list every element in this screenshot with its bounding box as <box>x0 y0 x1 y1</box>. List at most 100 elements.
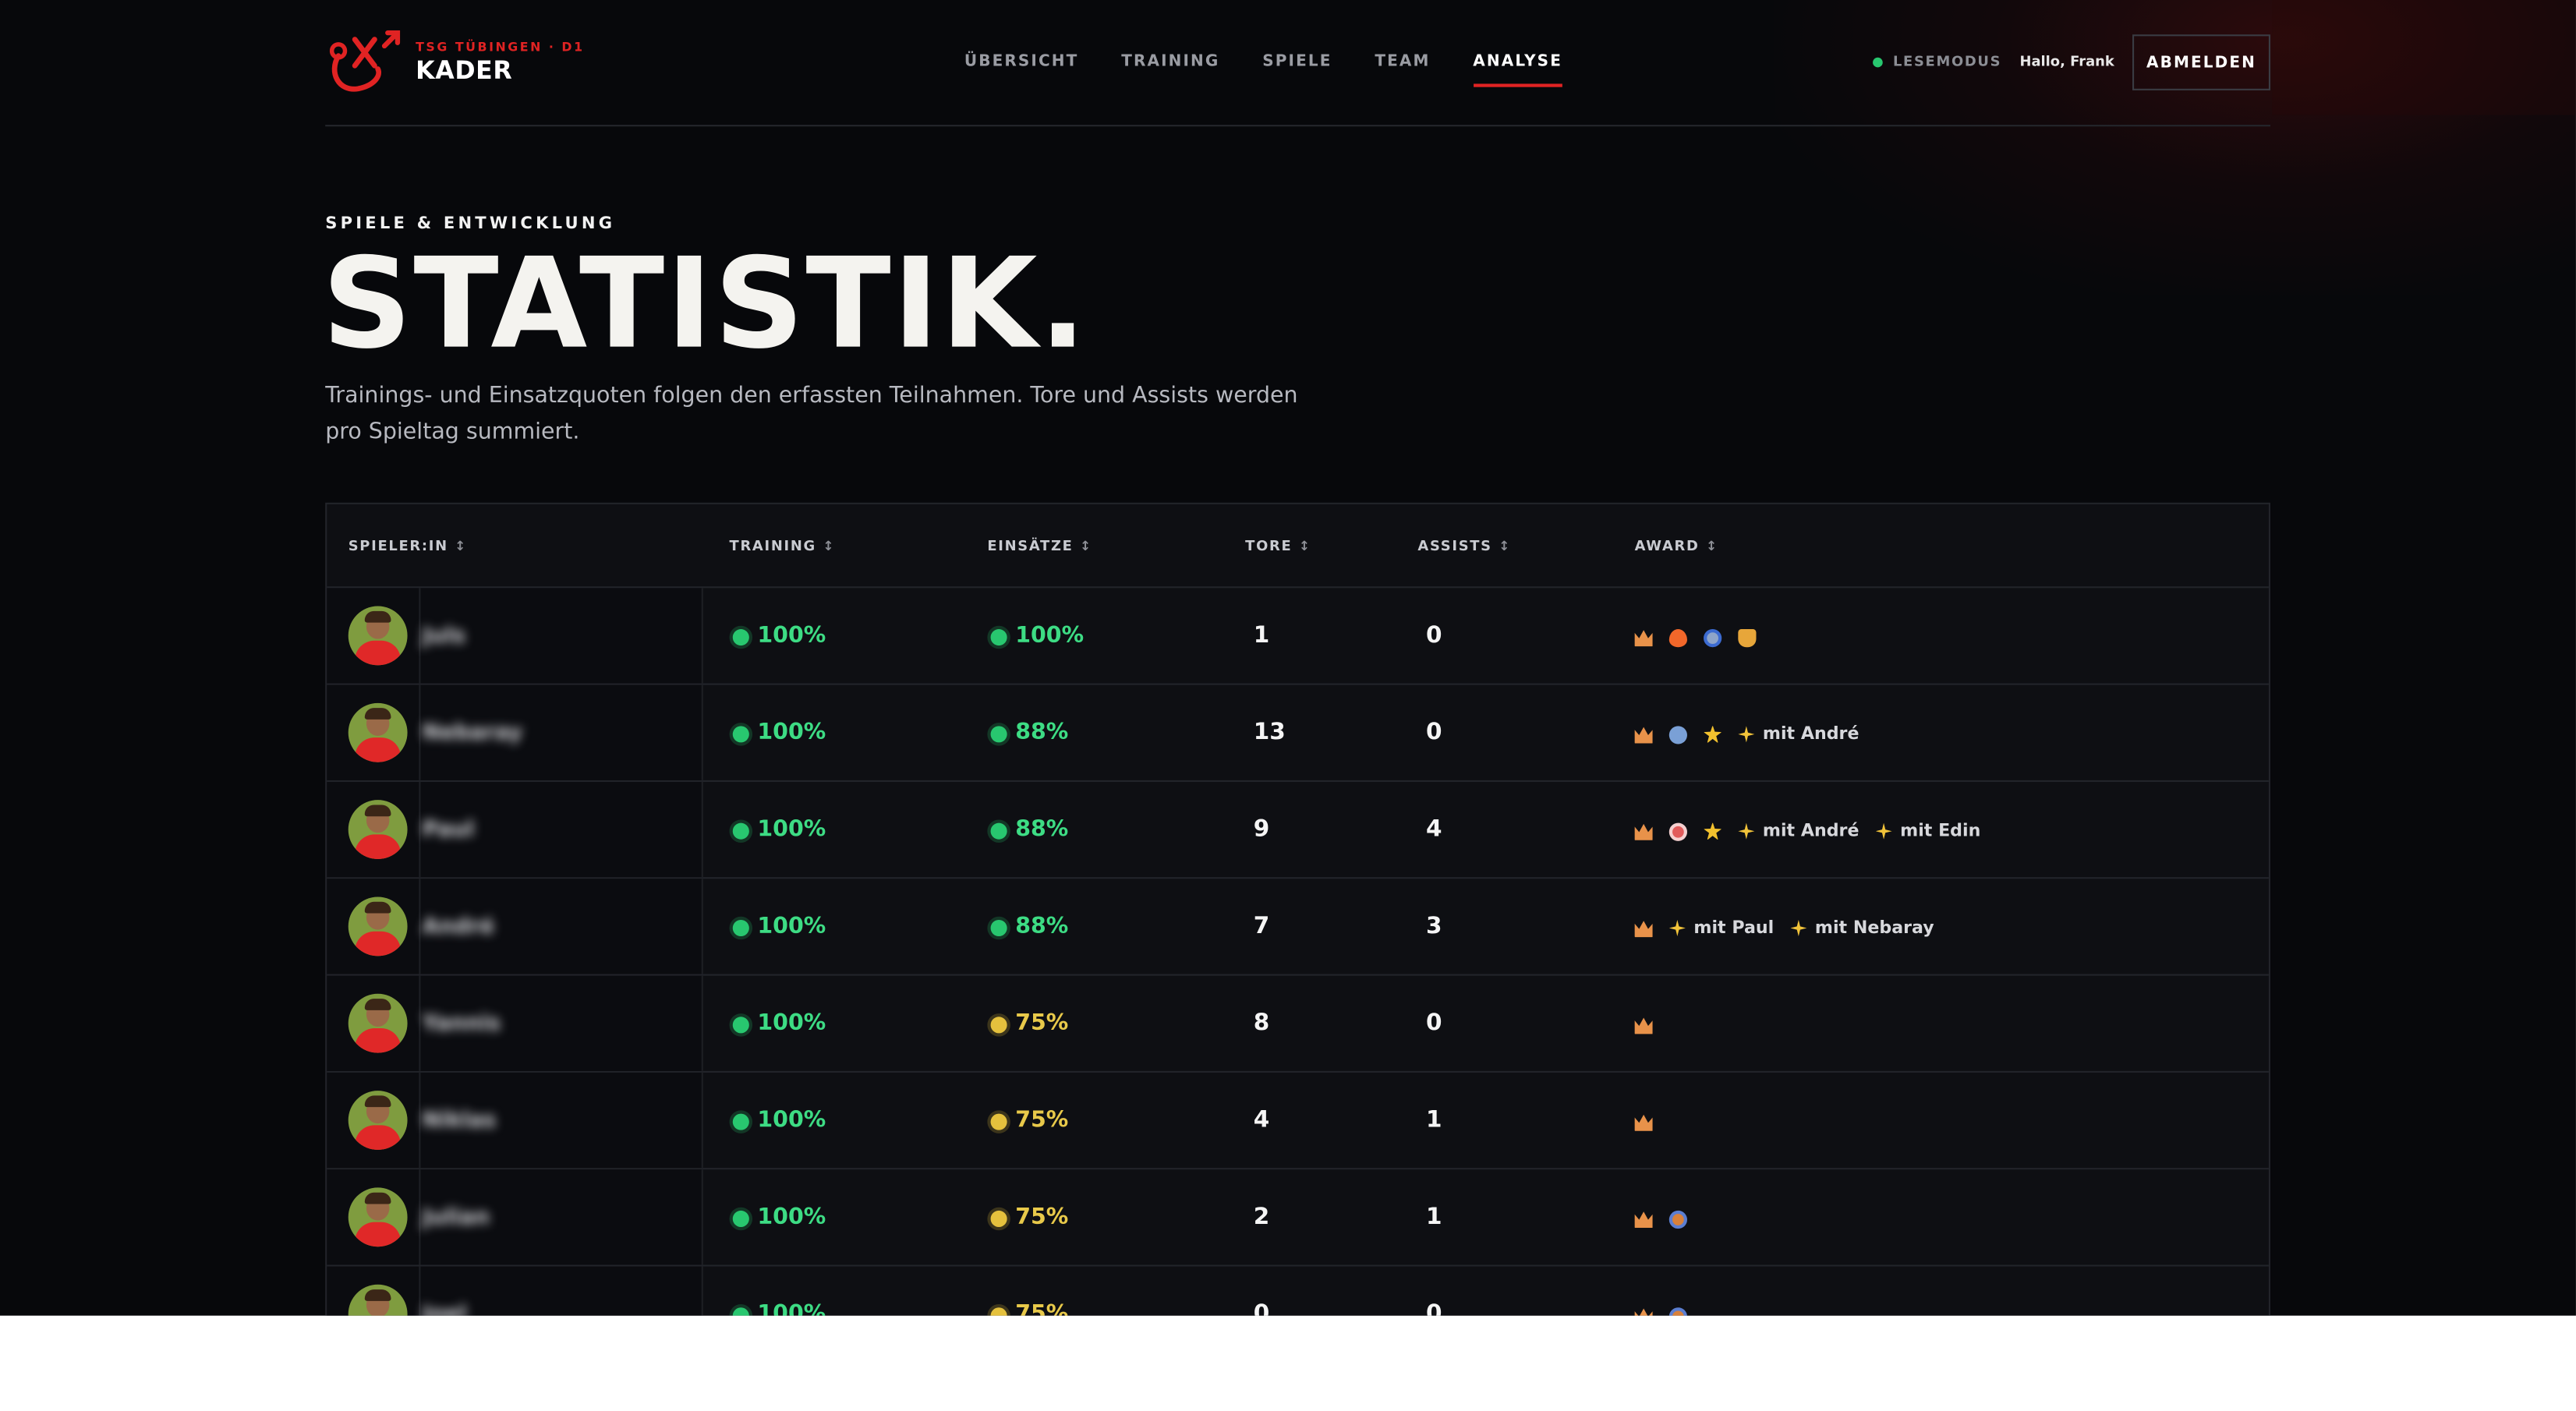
status-dot-icon <box>732 822 749 839</box>
user-greeting: Hallo, Frank <box>2019 54 2114 71</box>
status-dot-icon <box>732 628 749 645</box>
table-row[interactable]: Paul 100% 88% 9 4 mit André mit Edin <box>327 781 2269 879</box>
player-cell[interactable]: Nebaray <box>327 684 703 780</box>
bronze-medal-icon <box>1668 1209 1687 1229</box>
nav-training[interactable]: TRAINING <box>1121 49 1219 76</box>
player-cell[interactable]: Juls <box>327 588 703 684</box>
logout-button[interactable]: ABMELDEN <box>2132 34 2271 90</box>
assists-value: 0 <box>1425 719 1442 746</box>
player-cell[interactable]: Paul <box>327 781 703 878</box>
goals-value: 13 <box>1253 719 1286 746</box>
table-row[interactable]: Juls 100% 100% 1 0 <box>327 588 2269 685</box>
player-cell[interactable]: Julian <box>327 1169 703 1265</box>
whistle-cross-logo-icon <box>329 30 401 92</box>
sort-icon: ↕ <box>1079 539 1092 554</box>
partner-award: mit André <box>1738 822 1859 841</box>
bronze-medal-icon <box>1668 1307 1687 1316</box>
partner-award: mit Paul <box>1668 918 1775 939</box>
table-row[interactable]: Niklas 100% 75% 4 1 <box>327 1072 2269 1170</box>
assists-value: 4 <box>1425 816 1442 843</box>
status-dot-icon <box>1873 57 1884 68</box>
goals-value: 1 <box>1253 622 1270 649</box>
column-header-training[interactable]: TRAINING ↕ <box>730 537 836 557</box>
player-name: Joel <box>422 1302 467 1316</box>
nav-analyse[interactable]: ANALYSE <box>1473 49 1563 87</box>
avatar-cell <box>327 588 421 684</box>
avatar <box>348 896 408 957</box>
brand[interactable]: TSG TÜBINGEN · D1 KADER <box>325 30 584 95</box>
player-cell[interactable]: Joel <box>327 1266 703 1316</box>
sparkle-icon <box>1738 822 1755 840</box>
goals-value: 7 <box>1253 913 1270 940</box>
einsaetze-value: 75% <box>1015 1204 1069 1231</box>
mode-label: LESEMODUS <box>1892 54 2002 71</box>
einsaetze-rate: 75% <box>990 1010 1068 1038</box>
einsaetze-value: 75% <box>1015 1107 1069 1133</box>
status-dot-icon <box>732 1016 749 1033</box>
status-dot-icon <box>732 1307 749 1316</box>
einsaetze-value: 100% <box>1015 622 1085 649</box>
partner-award: mit Nebaray <box>1790 918 1934 938</box>
column-header-tore[interactable]: TORE ↕ <box>1245 537 1311 557</box>
nav-uebersicht[interactable]: ÜBERSICHT <box>964 49 1079 76</box>
sort-icon: ↕ <box>1705 539 1718 554</box>
player-cell[interactable]: Yannis <box>327 975 703 1071</box>
awards: mit André mit Edin <box>1634 819 1997 842</box>
status-dot-icon <box>732 1209 749 1226</box>
star-icon <box>1704 822 1722 840</box>
goals-value: 8 <box>1253 1010 1270 1037</box>
player-name: Paul <box>422 818 475 843</box>
assists-value: 1 <box>1425 1204 1442 1231</box>
awards <box>1634 1110 1669 1133</box>
target-icon <box>1668 822 1687 840</box>
einsaetze-value: 88% <box>1015 913 1069 940</box>
einsaetze-rate: 75% <box>990 1204 1069 1232</box>
avatar-cell <box>327 1266 421 1316</box>
player-name: Juls <box>422 624 465 649</box>
avatar <box>348 606 408 666</box>
einsaetze-value: 88% <box>1015 719 1069 746</box>
player-cell[interactable]: André <box>327 879 703 974</box>
player-name: André <box>422 914 494 940</box>
crown-icon <box>1634 1114 1653 1131</box>
column-header-award[interactable]: AWARD ↕ <box>1635 537 1718 557</box>
column-header-einsaetze[interactable]: EINSÄTZE ↕ <box>987 537 1092 557</box>
player-cell[interactable]: Niklas <box>327 1072 703 1169</box>
nav-spiele[interactable]: SPIELE <box>1262 49 1332 76</box>
medal-icon <box>1704 628 1722 647</box>
sparkle-icon <box>1668 919 1686 937</box>
table-row[interactable]: André 100% 88% 7 3 mit Paul mit Nebaray <box>327 879 2269 976</box>
page-title: STATISTIK. <box>321 229 1088 377</box>
table-row[interactable]: Nebaray 100% 88% 13 0 mit André <box>327 684 2269 782</box>
column-header-assists[interactable]: ASSISTS ↕ <box>1417 537 1511 557</box>
column-header-player[interactable]: SPIELER:IN ↕ <box>349 537 467 557</box>
sort-icon: ↕ <box>1298 539 1311 554</box>
top-header: TSG TÜBINGEN · D1 KADER ÜBERSICHT TRAINI… <box>325 0 2271 127</box>
training-value: 100% <box>757 1300 826 1316</box>
awards <box>1634 1208 1704 1230</box>
player-name: Julian <box>422 1205 490 1231</box>
avatar <box>348 1187 408 1247</box>
partner-label: mit Nebaray <box>1814 918 1934 939</box>
awards <box>1634 1304 1704 1316</box>
training-rate: 100% <box>732 1107 826 1135</box>
nav-team[interactable]: TEAM <box>1375 49 1430 76</box>
partner-award: mit André <box>1738 724 1859 744</box>
table-row[interactable]: Julian 100% 75% 2 1 <box>327 1169 2269 1267</box>
status-dot-icon <box>732 918 749 935</box>
training-rate: 100% <box>732 1204 826 1232</box>
awards <box>1634 626 1773 649</box>
assists-value: 0 <box>1425 1010 1442 1037</box>
avatar <box>348 702 408 762</box>
partner-label: mit Paul <box>1693 918 1775 939</box>
crown-icon <box>1634 1017 1653 1034</box>
avatar-cell <box>327 781 421 878</box>
table-row[interactable]: Yannis 100% 75% 8 0 <box>327 975 2269 1073</box>
club-name: TSG TÜBINGEN · D1 <box>416 39 585 55</box>
einsaetze-rate: 88% <box>990 816 1068 844</box>
table-row[interactable]: Joel 100% 75% 0 0 <box>327 1266 2269 1316</box>
app-name: KADER <box>416 55 513 86</box>
einsaetze-rate: 88% <box>990 913 1069 942</box>
goals-value: 2 <box>1253 1204 1270 1231</box>
ball-icon <box>1668 725 1687 744</box>
